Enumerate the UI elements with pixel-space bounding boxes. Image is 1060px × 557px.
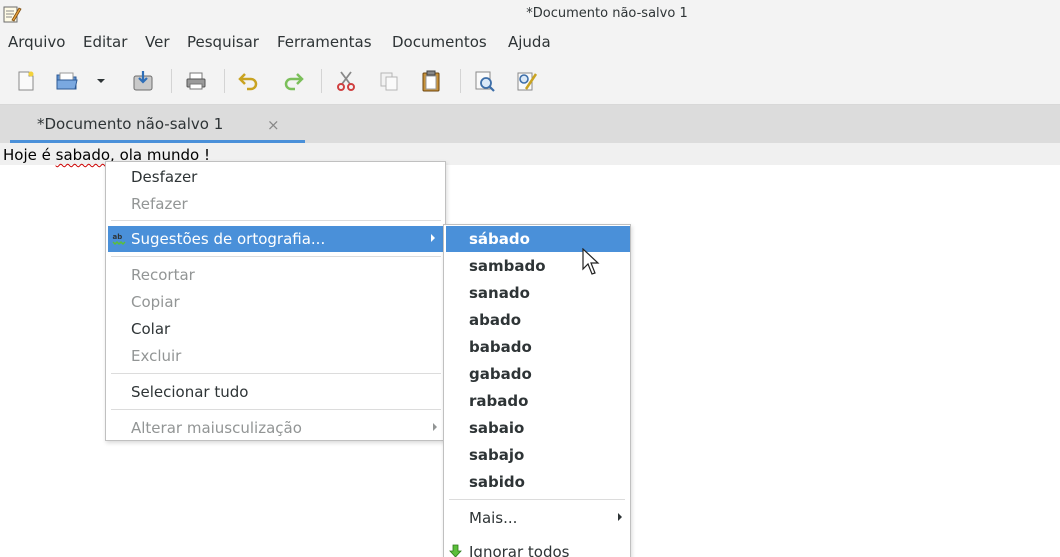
suggestion-item[interactable]: gabado bbox=[444, 361, 630, 387]
menu-separator bbox=[449, 499, 625, 500]
suggestion-label: babado bbox=[469, 338, 532, 356]
suggestion-item[interactable]: abado bbox=[444, 307, 630, 333]
context-menu-spelling-suggestions[interactable]: ab Sugestões de ortografia... bbox=[108, 226, 443, 252]
menu-separator bbox=[111, 256, 441, 257]
context-menu-paste-label: Colar bbox=[131, 320, 171, 338]
dropdown-arrow-icon[interactable] bbox=[89, 65, 111, 97]
ignore-all-item[interactable]: Ignorar todos bbox=[444, 539, 630, 557]
context-menu-delete-label: Excluir bbox=[131, 347, 182, 365]
copy-icon[interactable] bbox=[373, 65, 405, 97]
context-menu-copy: Copiar bbox=[106, 289, 445, 315]
open-folder-icon[interactable] bbox=[51, 65, 83, 97]
ignore-all-icon bbox=[448, 544, 463, 557]
menu-documentos[interactable]: Documentos bbox=[392, 33, 487, 51]
suggestion-item[interactable]: rabado bbox=[444, 388, 630, 414]
context-menu-select-all-label: Selecionar tudo bbox=[131, 383, 249, 401]
new-document-icon[interactable] bbox=[10, 65, 42, 97]
suggestion-more-label: Mais... bbox=[469, 509, 518, 527]
suggestion-label: abado bbox=[469, 311, 522, 329]
context-menu: Desfazer Refazer ab Sugestões de ortogra… bbox=[105, 161, 446, 441]
menu-arquivo[interactable]: Arquivo bbox=[8, 33, 65, 51]
suggestion-item[interactable]: sábado bbox=[446, 226, 630, 252]
misspelled-word[interactable]: sabado bbox=[56, 146, 110, 164]
ignore-all-label: Ignorar todos bbox=[469, 543, 570, 557]
submenu-arrow-icon bbox=[433, 423, 437, 431]
tab-close-icon[interactable]: × bbox=[267, 116, 280, 134]
menu-editar[interactable]: Editar bbox=[83, 33, 127, 51]
context-menu-change-case: Alterar maiusculização bbox=[106, 415, 445, 441]
context-menu-redo-label: Refazer bbox=[131, 195, 188, 213]
context-menu-redo: Refazer bbox=[106, 191, 445, 217]
context-menu-spelling-label: Sugestões de ortografia... bbox=[131, 230, 326, 248]
suggestion-item[interactable]: sanado bbox=[444, 280, 630, 306]
menu-separator bbox=[111, 373, 441, 374]
spelling-suggestions-submenu: sábado sambado sanado abado babado gabad… bbox=[443, 224, 631, 557]
context-menu-cut-label: Recortar bbox=[131, 266, 195, 284]
context-menu-delete: Excluir bbox=[106, 343, 445, 369]
submenu-arrow-icon bbox=[618, 513, 622, 521]
context-menu-paste[interactable]: Colar bbox=[106, 316, 445, 342]
redo-icon[interactable] bbox=[277, 65, 309, 97]
suggestion-label: sábado bbox=[469, 230, 530, 248]
menu-ajuda[interactable]: Ajuda bbox=[508, 33, 551, 51]
save-icon[interactable] bbox=[127, 65, 159, 97]
suggestion-item[interactable]: sambado bbox=[444, 253, 630, 279]
suggestion-label: sabajo bbox=[469, 446, 525, 464]
suggestion-label: sabaio bbox=[469, 419, 525, 437]
find-icon[interactable] bbox=[469, 65, 501, 97]
suggestion-label: gabado bbox=[469, 365, 532, 383]
tab-documento-nao-salvo-1[interactable]: *Documento não-salvo 1 × bbox=[10, 105, 305, 143]
editor-text-before: Hoje é bbox=[3, 146, 56, 164]
context-menu-undo-label: Desfazer bbox=[131, 168, 198, 186]
menu-bar: Arquivo Editar Ver Pesquisar Ferramentas… bbox=[0, 29, 1060, 57]
toolbar bbox=[0, 57, 1060, 105]
print-icon[interactable] bbox=[180, 65, 212, 97]
cut-icon[interactable] bbox=[330, 65, 362, 97]
suggestion-label: rabado bbox=[469, 392, 529, 410]
suggestion-label: sanado bbox=[469, 284, 530, 302]
suggestion-item[interactable]: babado bbox=[444, 334, 630, 360]
context-menu-undo[interactable]: Desfazer bbox=[106, 164, 445, 190]
paste-icon[interactable] bbox=[415, 65, 447, 97]
tab-label: *Documento não-salvo 1 bbox=[37, 115, 224, 133]
menu-ferramentas[interactable]: Ferramentas bbox=[277, 33, 372, 51]
suggestion-item[interactable]: sabaio bbox=[444, 415, 630, 441]
mouse-cursor-icon bbox=[582, 247, 602, 278]
svg-text:ab: ab bbox=[113, 233, 123, 241]
menu-pesquisar[interactable]: Pesquisar bbox=[187, 33, 259, 51]
context-menu-copy-label: Copiar bbox=[131, 293, 180, 311]
suggestion-more[interactable]: Mais... bbox=[444, 505, 630, 531]
find-replace-icon[interactable] bbox=[511, 65, 543, 97]
suggestion-item[interactable]: sabajo bbox=[444, 442, 630, 468]
tab-bar: *Documento não-salvo 1 × bbox=[0, 105, 1060, 143]
menu-separator bbox=[111, 220, 441, 221]
context-menu-cut: Recortar bbox=[106, 262, 445, 288]
window-title: *Documento não-salvo 1 bbox=[526, 6, 688, 21]
suggestion-label: sabido bbox=[469, 473, 525, 491]
menu-separator bbox=[111, 409, 441, 410]
spellcheck-icon: ab bbox=[112, 231, 127, 246]
context-menu-change-case-label: Alterar maiusculização bbox=[131, 419, 302, 437]
suggestion-item[interactable]: sabido bbox=[444, 469, 630, 495]
suggestion-label: sambado bbox=[469, 257, 546, 275]
submenu-arrow-icon bbox=[431, 234, 435, 242]
title-bar: *Documento não-salvo 1 bbox=[0, 0, 1060, 29]
undo-icon[interactable] bbox=[233, 65, 265, 97]
context-menu-select-all[interactable]: Selecionar tudo bbox=[106, 379, 445, 405]
menu-ver[interactable]: Ver bbox=[145, 33, 170, 51]
